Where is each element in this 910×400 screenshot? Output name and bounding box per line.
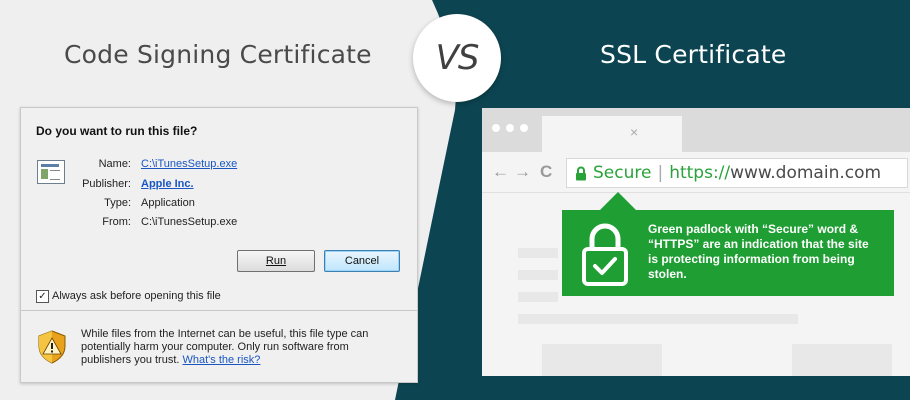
cancel-button-label: Cancel (344, 255, 380, 267)
window-dot-icon (492, 124, 500, 132)
vs-badge: VS (413, 14, 501, 102)
reload-icon[interactable]: C (540, 162, 552, 182)
browser-tab[interactable] (542, 116, 682, 152)
run-button-label: Run (265, 255, 287, 267)
window-dot-icon (506, 124, 514, 132)
warning-message: While files from the Internet can be use… (81, 328, 401, 367)
info-label-publisher: Publisher: (82, 178, 131, 190)
content-placeholder (518, 270, 558, 280)
vs-label: VS (435, 38, 480, 78)
content-placeholder (542, 344, 662, 376)
forward-arrow-icon[interactable]: → (514, 162, 531, 182)
secure-label: Secure (593, 163, 652, 183)
publisher-link[interactable]: Apple Inc. (141, 178, 194, 190)
info-label-type: Type: (104, 197, 131, 209)
back-arrow-icon[interactable]: ← (492, 162, 509, 182)
content-placeholder (518, 314, 798, 324)
browser-tab-bar: × (482, 108, 910, 152)
ssl-heading: SSL Certificate (600, 40, 787, 69)
url-scheme: https:// (669, 163, 731, 183)
dialog-title: Do you want to run this file? (36, 124, 198, 138)
shield-warning-icon (38, 330, 66, 364)
type-value: Application (141, 197, 195, 209)
window-dot-icon (520, 124, 528, 132)
content-placeholder (518, 248, 558, 258)
from-value: C:\iTunesSetup.exe (141, 216, 238, 228)
file-name-link[interactable]: C:\iTunesSetup.exe (141, 158, 237, 170)
info-label-name: Name: (98, 158, 131, 170)
info-label-from: From: (102, 216, 131, 228)
cancel-button[interactable]: Cancel (324, 250, 400, 272)
always-ask-label[interactable]: Always ask before opening this file (52, 290, 221, 302)
callout-pointer (600, 192, 636, 210)
always-ask-checkbox[interactable]: ✓ (36, 290, 49, 303)
whats-the-risk-link[interactable]: What's the risk? (183, 354, 261, 366)
run-file-dialog: Do you want to run this file? Name: C:\i… (20, 107, 418, 383)
address-row: ← → C Secure | https:// www.domain.com (482, 152, 910, 193)
content-placeholder (518, 292, 558, 302)
tab-close-icon[interactable]: × (630, 124, 638, 140)
run-button[interactable]: Run (237, 250, 315, 272)
address-bar[interactable]: Secure | https:// www.domain.com (566, 158, 908, 188)
url-domain: www.domain.com (730, 163, 882, 183)
url-separator: | (657, 163, 664, 183)
lock-icon (576, 166, 586, 180)
dialog-divider (21, 310, 417, 311)
code-signing-heading: Code Signing Certificate (64, 40, 372, 69)
callout-text: Green padlock with “Secure” word & “HTTP… (648, 222, 869, 281)
padlock-check-icon (582, 223, 628, 286)
content-placeholder (792, 344, 892, 376)
